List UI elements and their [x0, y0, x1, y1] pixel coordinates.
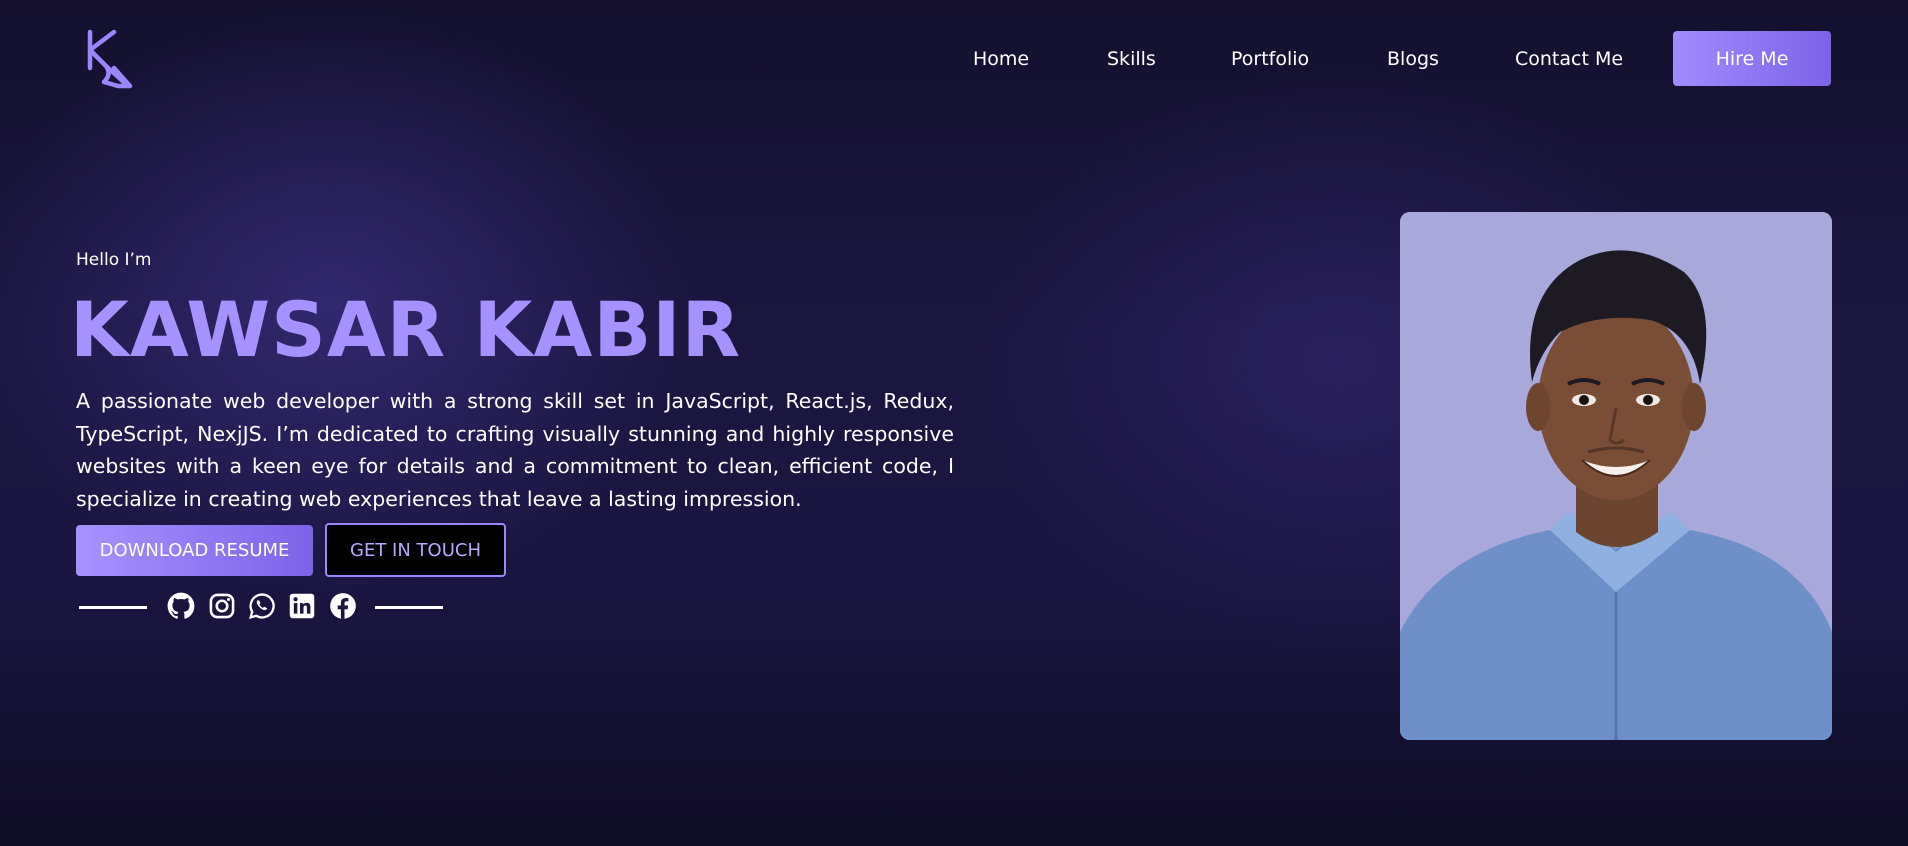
whatsapp-icon[interactable] [248, 592, 276, 620]
greeting-text: Hello I’m [76, 250, 152, 270]
portfolio-page: Home Skills Portfolio Blogs Contact Me H… [0, 0, 1908, 846]
instagram-icon[interactable] [208, 592, 236, 620]
nav-portfolio[interactable]: Portfolio [1231, 44, 1309, 74]
linkedin-icon[interactable] [288, 592, 316, 620]
get-in-touch-button[interactable]: GET IN TOUCH [325, 523, 506, 577]
profile-photo [1400, 212, 1832, 740]
facebook-icon[interactable] [329, 592, 357, 620]
nav-contact-me[interactable]: Contact Me [1515, 44, 1623, 74]
nav-home[interactable]: Home [973, 44, 1029, 74]
download-resume-button[interactable]: DOWNLOAD RESUME [76, 525, 313, 576]
nav-blogs[interactable]: Blogs [1387, 44, 1439, 74]
hire-me-button[interactable]: Hire Me [1673, 31, 1831, 86]
github-icon[interactable] [167, 592, 195, 620]
nav-skills[interactable]: Skills [1107, 44, 1156, 74]
social-divider-right [375, 606, 443, 609]
social-divider-left [79, 606, 147, 609]
hero-bio: A passionate web developer with a strong… [76, 389, 954, 511]
hero-name: KAWSAR KABIR [70, 285, 742, 374]
logo-icon[interactable] [84, 28, 136, 90]
